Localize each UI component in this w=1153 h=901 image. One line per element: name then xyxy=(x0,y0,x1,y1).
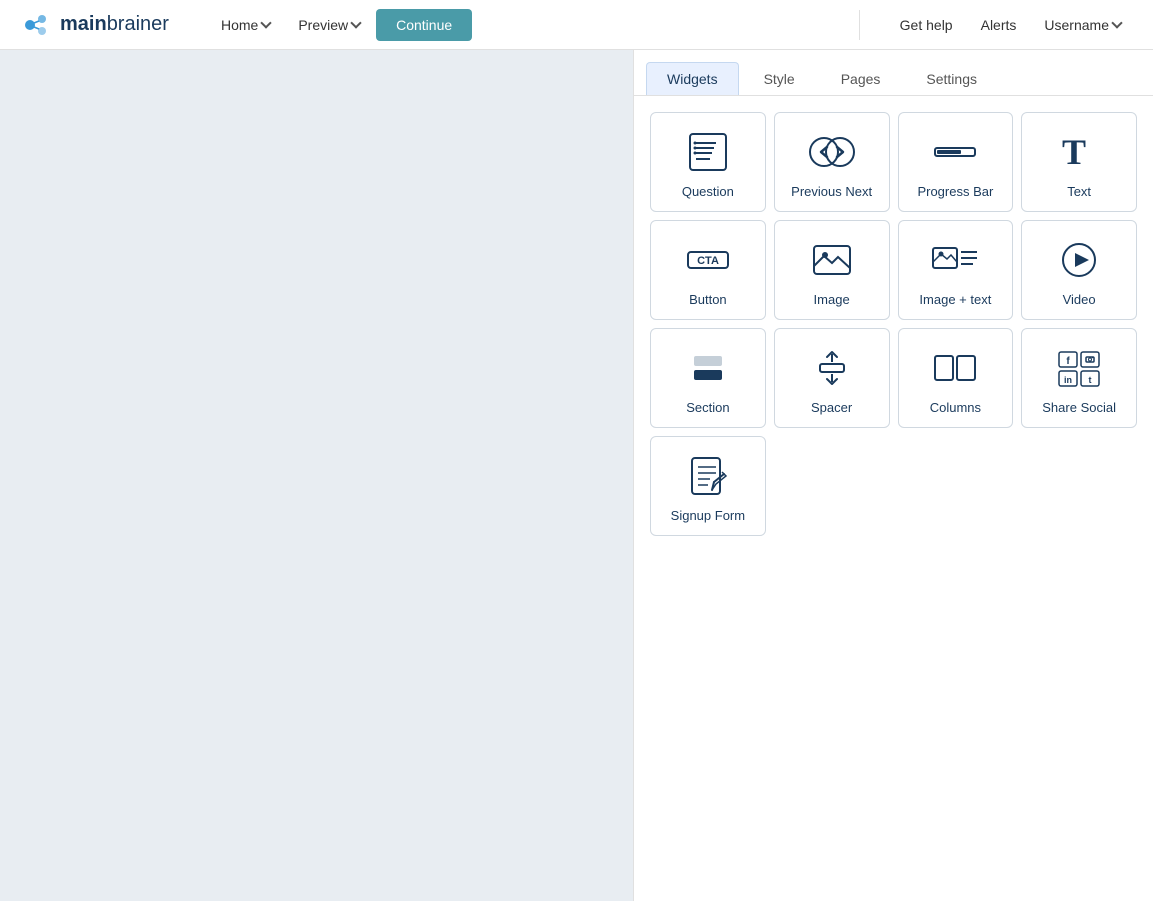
widget-section[interactable]: Section xyxy=(650,328,766,428)
tabs: Widgets Style Pages Settings xyxy=(634,50,1153,96)
share-social-icon: f in t xyxy=(1055,346,1103,390)
tab-style[interactable]: Style xyxy=(743,62,816,95)
button-icon: CTA xyxy=(684,238,732,282)
widget-previous-next[interactable]: Previous Next xyxy=(774,112,890,212)
widget-progress-bar[interactable]: Progress Bar xyxy=(898,112,1014,212)
header-right: Get help Alerts Username xyxy=(888,11,1133,39)
svg-text:t: t xyxy=(1089,375,1092,385)
logo-icon xyxy=(20,9,52,41)
text-icon: T xyxy=(1057,130,1101,174)
continue-button[interactable]: Continue xyxy=(376,9,472,41)
header-divider xyxy=(859,10,860,40)
chevron-down-icon xyxy=(261,17,272,28)
svg-text:CTA: CTA xyxy=(697,255,719,267)
button-label: Button xyxy=(689,292,727,307)
progress-bar-icon xyxy=(931,130,979,174)
logo: mainbrainer xyxy=(20,9,169,41)
progress-bar-label: Progress Bar xyxy=(917,184,993,199)
image-text-label: Image + text xyxy=(919,292,991,307)
video-icon xyxy=(1057,238,1101,282)
spacer-icon xyxy=(810,346,854,390)
image-label: Image xyxy=(814,292,850,307)
signup-form-label: Signup Form xyxy=(671,508,745,523)
video-label: Video xyxy=(1063,292,1096,307)
canvas-area[interactable] xyxy=(0,50,633,901)
widget-image-text[interactable]: Image + text xyxy=(898,220,1014,320)
svg-text:in: in xyxy=(1064,375,1072,385)
spacer-label: Spacer xyxy=(811,400,852,415)
widget-text[interactable]: T Text xyxy=(1021,112,1137,212)
widget-question[interactable]: Question xyxy=(650,112,766,212)
question-icon xyxy=(686,130,730,174)
columns-icon xyxy=(931,346,979,390)
username-button[interactable]: Username xyxy=(1032,11,1133,39)
widget-image[interactable]: Image xyxy=(774,220,890,320)
main-layout: Widgets Style Pages Settings xyxy=(0,50,1153,901)
previous-next-label: Previous Next xyxy=(791,184,872,199)
tab-settings[interactable]: Settings xyxy=(905,62,998,95)
section-label: Section xyxy=(686,400,729,415)
image-text-icon xyxy=(929,238,981,282)
section-icon xyxy=(686,346,730,390)
widget-share-social[interactable]: f in t Share Social xyxy=(1021,328,1137,428)
widget-button[interactable]: CTA Button xyxy=(650,220,766,320)
signup-form-icon xyxy=(686,454,730,498)
preview-nav[interactable]: Preview xyxy=(286,11,372,39)
widget-video[interactable]: Video xyxy=(1021,220,1137,320)
chevron-down-icon xyxy=(350,17,361,28)
nav-links: Home Preview Continue xyxy=(209,9,851,41)
right-panel: Widgets Style Pages Settings xyxy=(633,50,1153,901)
header: mainbrainer Home Preview Continue Get he… xyxy=(0,0,1153,50)
image-icon xyxy=(808,238,856,282)
columns-label: Columns xyxy=(930,400,981,415)
previous-next-icon xyxy=(808,130,856,174)
alerts-button[interactable]: Alerts xyxy=(969,11,1029,39)
question-label: Question xyxy=(682,184,734,199)
tab-widgets[interactable]: Widgets xyxy=(646,62,739,95)
chevron-down-icon xyxy=(1111,17,1122,28)
widget-spacer[interactable]: Spacer xyxy=(774,328,890,428)
home-nav[interactable]: Home xyxy=(209,11,282,39)
svg-text:f: f xyxy=(1066,356,1070,367)
logo-text: mainbrainer xyxy=(60,13,169,36)
widget-signup-form[interactable]: Signup Form xyxy=(650,436,766,536)
widget-columns[interactable]: Columns xyxy=(898,328,1014,428)
tab-pages[interactable]: Pages xyxy=(820,62,902,95)
svg-text:T: T xyxy=(1062,132,1086,172)
get-help-button[interactable]: Get help xyxy=(888,11,965,39)
widgets-grid: Question Previous Next xyxy=(634,96,1153,552)
text-label: Text xyxy=(1067,184,1091,199)
share-social-label: Share Social xyxy=(1042,400,1116,415)
